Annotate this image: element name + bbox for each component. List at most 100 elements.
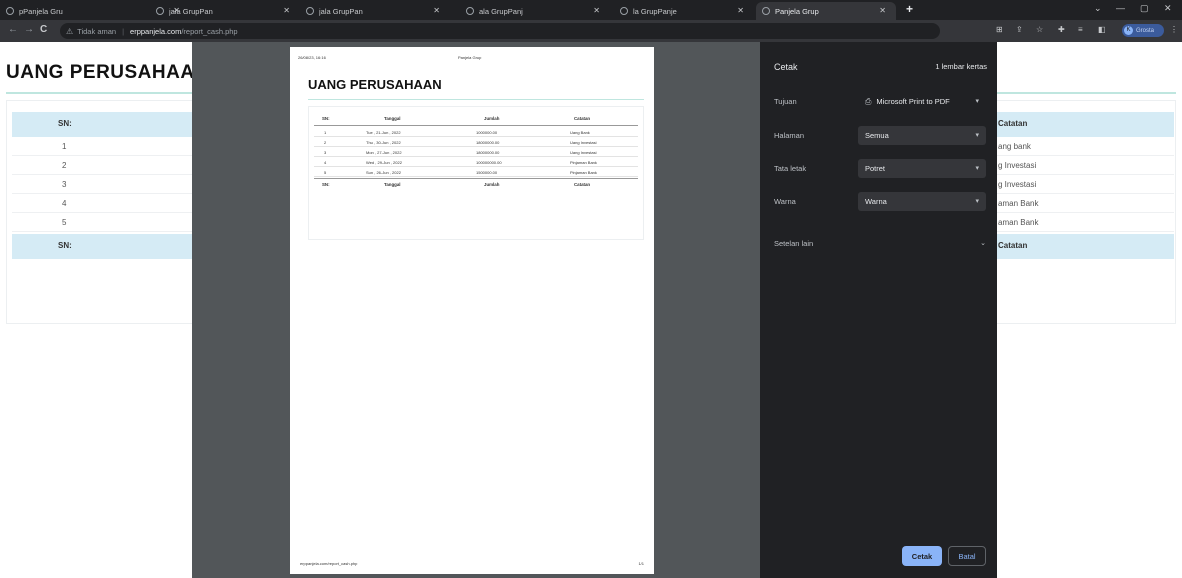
- cell-catatan: Uang Investasi: [570, 150, 597, 155]
- pages-label: Halaman: [774, 131, 805, 140]
- cell-tanggal: Thu , 30-Jun , 2022: [366, 140, 401, 145]
- print-panel-title: Cetak: [774, 62, 798, 72]
- cell-sn: 5: [324, 170, 327, 175]
- destination-label: Tujuan: [774, 97, 797, 106]
- browser-tab[interactable]: jala GrupPan ✕: [150, 2, 300, 20]
- chevron-down-icon: ▾: [975, 98, 979, 105]
- cell-jumlah: 1000000.00: [476, 130, 498, 135]
- back-icon[interactable]: ←: [8, 24, 18, 35]
- chevron-down-icon: ▾: [975, 132, 979, 139]
- maximize-icon[interactable]: ▢: [1140, 3, 1149, 14]
- globe-icon: [466, 7, 474, 15]
- profile-button[interactable]: K Grosta: [1122, 24, 1164, 37]
- preview-header-datetime: 26/08/23, 16:16: [298, 55, 326, 60]
- new-tab-button[interactable]: +: [906, 2, 913, 16]
- warning-icon[interactable]: ⚠: [66, 27, 73, 36]
- media-icon[interactable]: ≡: [1078, 25, 1083, 34]
- cell-catatan: Pinjaman Bank: [570, 170, 597, 175]
- cancel-button[interactable]: Batal: [948, 546, 986, 566]
- preview-foot-catatan: Catatan: [574, 182, 591, 187]
- more-settings-toggle[interactable]: Setelan lain ⌄: [774, 239, 986, 248]
- tab-close-icon[interactable]: ✕: [879, 6, 886, 15]
- tab-title: jala GrupPan: [319, 6, 363, 16]
- color-select[interactable]: Warna ▾: [858, 192, 986, 211]
- browser-tab[interactable]: la GrupPanje ✕: [614, 2, 754, 20]
- security-status[interactable]: Tidak aman: [77, 27, 116, 36]
- print-preview-area[interactable]: 26/08/23, 16:16 Panjela Grup UANG PERUSA…: [192, 42, 760, 578]
- preview-col-tanggal: Tanggal: [384, 116, 401, 121]
- layout-label: Tata letak: [774, 164, 807, 173]
- preview-table-row: 3 Mon , 27-Jun , 2022 18000000.00 Uang I…: [314, 147, 638, 157]
- tab-strip: pPanjela Gru ✕ jala GrupPan ✕ jala GrupP…: [0, 0, 1182, 20]
- tab-title: ala GrupPanj: [479, 6, 523, 16]
- header-catatan: Catatan: [998, 119, 1028, 128]
- translate-icon[interactable]: ⊞: [996, 25, 1003, 34]
- tab-close-icon[interactable]: ✕: [593, 6, 600, 15]
- print-button[interactable]: Cetak: [902, 546, 942, 566]
- tab-title: jala GrupPan: [169, 6, 213, 16]
- extensions-icon[interactable]: ✚: [1058, 25, 1065, 34]
- cell-sn: 3: [324, 150, 327, 155]
- bookmark-star-icon[interactable]: ☆: [1036, 25, 1043, 34]
- tab-close-icon[interactable]: ✕: [433, 6, 440, 15]
- menu-kebab-icon[interactable]: ⋮: [1170, 25, 1178, 34]
- globe-icon: [620, 7, 628, 15]
- cell-sn: 1: [62, 142, 67, 151]
- cell-tanggal: Mon , 27-Jun , 2022: [366, 150, 402, 155]
- cell-sn: 2: [324, 140, 327, 145]
- share-icon[interactable]: ⇪: [1016, 25, 1023, 34]
- address-bar[interactable]: ⚠ Tidak aman | erppanjela.com /report_ca…: [60, 23, 940, 39]
- browser-tab[interactable]: jala GrupPan ✕: [300, 2, 450, 20]
- url-path: /report_cash.php: [181, 26, 238, 36]
- preview-table-row: 2 Thu , 30-Jun , 2022 18000000.00 Uang I…: [314, 137, 638, 147]
- browser-tab-active[interactable]: Panjela Grup ✕: [756, 2, 896, 20]
- cell-sn: 1: [324, 130, 327, 135]
- color-value: Warna: [865, 197, 887, 206]
- destination-select[interactable]: ⎙ Microsoft Print to PDF ▾: [858, 92, 986, 111]
- preview-table-row: 1 Tue , 21-Jun , 2022 1000000.00 Uang Ba…: [314, 127, 638, 137]
- cell-tanggal: Sun , 26-Jun , 2022: [366, 170, 401, 175]
- forward-icon[interactable]: →: [24, 24, 34, 35]
- preview-foot-tanggal: Tanggal: [384, 182, 401, 187]
- tab-search-icon[interactable]: ⌄: [1094, 3, 1102, 14]
- tab-title: pPanjela Gru: [19, 6, 63, 16]
- divider: |: [122, 26, 125, 36]
- cell-catatan: Uang Bank: [570, 130, 590, 135]
- more-settings-label: Setelan lain: [774, 239, 814, 248]
- chevron-down-icon: ▾: [975, 165, 979, 172]
- cell-jumlah: 18000000.00: [476, 140, 500, 145]
- cell-jumlah: 100000000.00: [476, 160, 502, 165]
- printer-icon: ⎙: [865, 96, 872, 106]
- tab-close-icon[interactable]: ✕: [737, 6, 744, 15]
- cell-catatan: aman Bank: [998, 218, 1039, 227]
- pages-select[interactable]: Semua ▾: [858, 126, 986, 145]
- tab-close-icon[interactable]: ✕: [283, 6, 290, 15]
- layout-select[interactable]: Potret ▾: [858, 159, 986, 178]
- cell-catatan: Uang Investasi: [570, 140, 597, 145]
- globe-icon: [306, 7, 314, 15]
- cell-catatan: g Investasi: [998, 161, 1037, 170]
- preview-col-jumlah: Jumlah: [484, 116, 500, 121]
- reload-icon[interactable]: C: [40, 24, 47, 35]
- globe-icon: [156, 7, 164, 15]
- pages-value: Semua: [865, 131, 889, 140]
- chevron-down-icon: ⌄: [980, 240, 986, 247]
- cell-sn: 4: [324, 160, 327, 165]
- cell-jumlah: 18000000.00: [476, 150, 500, 155]
- preview-table-header: SN: Tanggal Jumlah Catatan: [314, 110, 638, 126]
- cell-catatan: Pinjaman Bank: [570, 160, 597, 165]
- close-window-icon[interactable]: ✕: [1164, 3, 1172, 14]
- preview-footer-url: erppanjela.com/report_cash.php: [300, 561, 358, 566]
- minimize-icon[interactable]: —: [1116, 3, 1125, 13]
- preview-title-divider: [308, 99, 644, 100]
- preview-col-sn: SN:: [322, 116, 330, 121]
- browser-tab[interactable]: ala GrupPanj ✕: [460, 2, 610, 20]
- chevron-down-icon: ▾: [975, 198, 979, 205]
- globe-icon: [762, 7, 770, 15]
- header-sn: SN:: [58, 119, 72, 128]
- cell-catatan: aman Bank: [998, 199, 1039, 208]
- side-panel-icon[interactable]: ◧: [1098, 25, 1106, 34]
- preview-table-row: 4 Wed , 29-Jun , 2022 100000000.00 Pinja…: [314, 157, 638, 167]
- cell-sn: 2: [62, 161, 67, 170]
- preview-table-footer: SN: Tanggal Jumlah Catatan: [314, 178, 638, 190]
